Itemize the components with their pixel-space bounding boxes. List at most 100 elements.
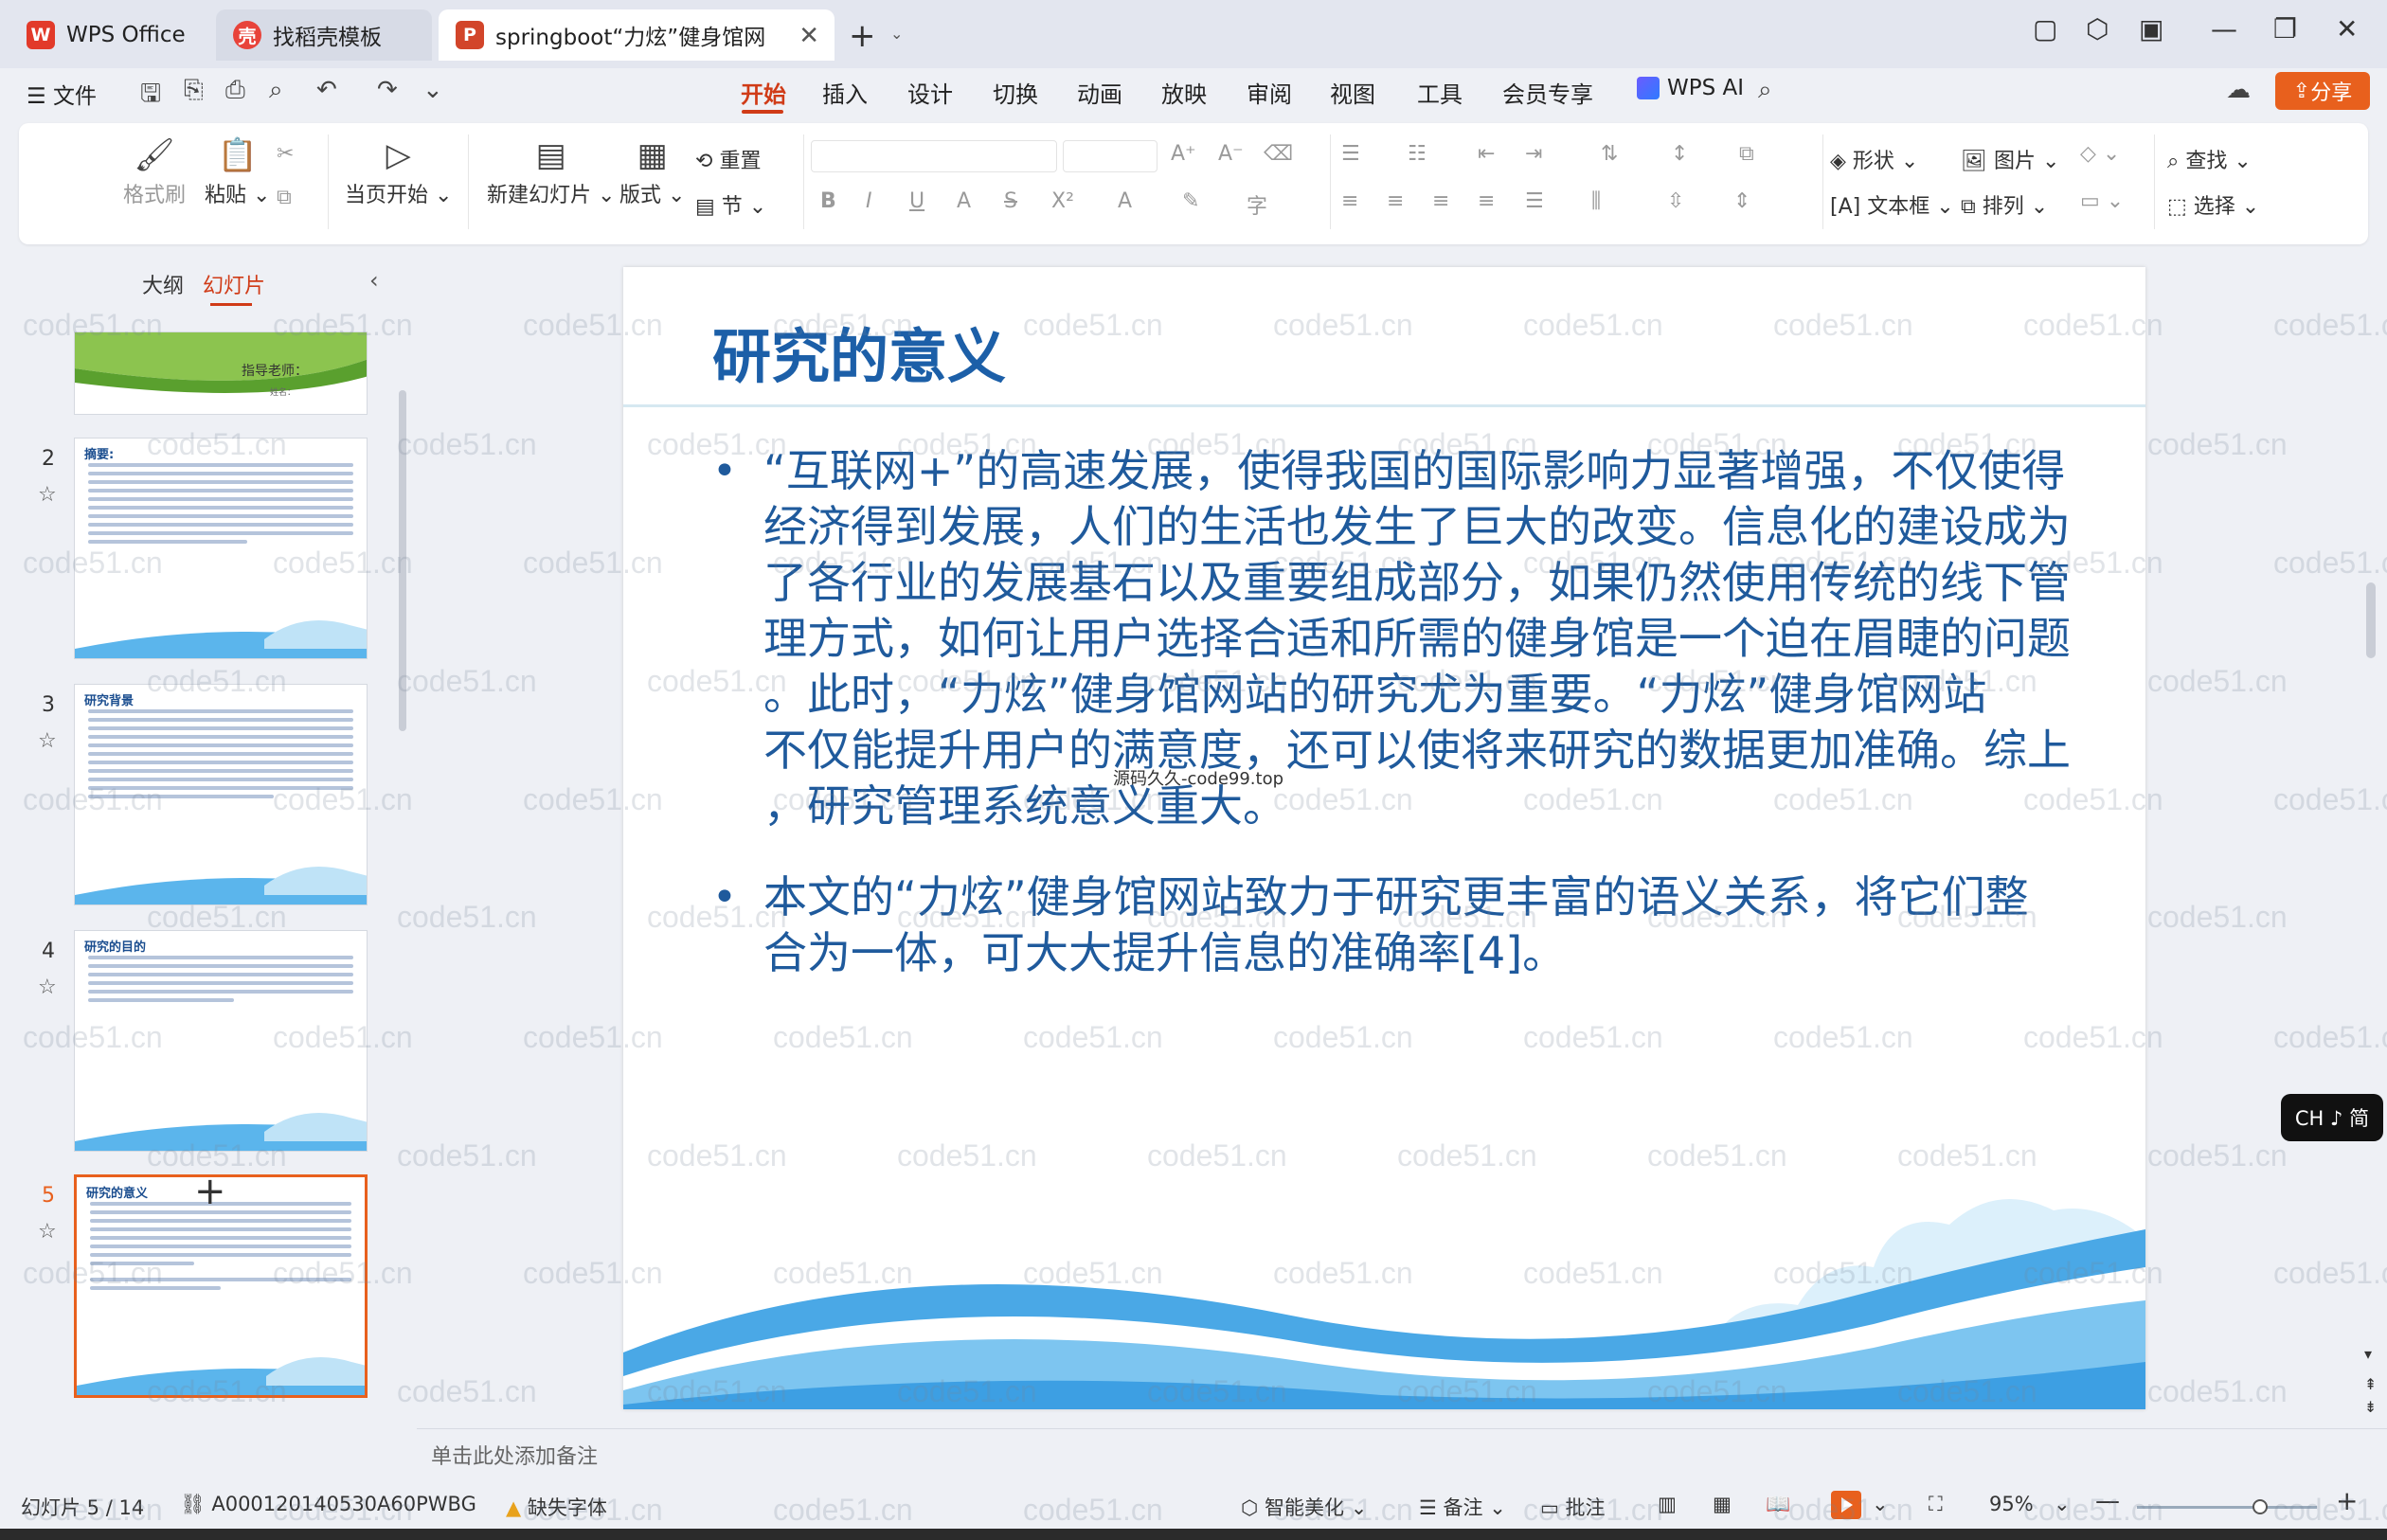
- menu-animation[interactable]: 动画: [1077, 76, 1122, 109]
- chevron-down-icon[interactable]: ⌄: [1872, 1493, 1889, 1515]
- menu-design[interactable]: 设计: [907, 76, 953, 109]
- new-tab-button[interactable]: +: [849, 17, 876, 55]
- layout-button[interactable]: ▦ 版式 ⌄: [619, 136, 685, 208]
- document-id[interactable]: ⛓ A000120140530A60PWBG: [180, 1493, 476, 1516]
- zoom-slider-knob[interactable]: [2252, 1499, 2268, 1514]
- vertical-align-icon[interactable]: ⇳: [1667, 189, 1684, 213]
- maximize-icon[interactable]: ❐: [2273, 13, 2297, 45]
- tab-slides[interactable]: 幻灯片: [203, 269, 265, 299]
- superscript-icon[interactable]: X²: [1051, 189, 1074, 213]
- notes-toggle-button[interactable]: ☰ 备注 ⌄: [1419, 1493, 1506, 1521]
- format-painter-button[interactable]: 🖌 格式刷: [123, 136, 186, 208]
- tab-current-document[interactable]: P springboot“力炫”健身馆网 ✕: [439, 9, 835, 61]
- chevron-down-icon[interactable]: ⌄: [890, 25, 903, 43]
- strikethrough-icon[interactable]: S: [1004, 189, 1017, 213]
- bullet-paragraph-2[interactable]: • 本文的“力炫”健身馆网站致力于研究更丰富的语义关系，将它们整 合为一体，可大…: [712, 869, 2105, 981]
- comments-button[interactable]: ▭ 批注: [1540, 1493, 1606, 1521]
- italic-icon[interactable]: I: [866, 189, 872, 213]
- wps-ai-button[interactable]: WPS AI: [1637, 76, 1744, 100]
- grid-view-icon[interactable]: ▦: [1713, 1493, 1732, 1515]
- menu-tools[interactable]: 工具: [1417, 76, 1463, 109]
- convert-icon[interactable]: ⧉: [1739, 142, 1754, 166]
- menu-home[interactable]: 开始: [741, 76, 786, 109]
- start-current-slide-button[interactable]: ▷ 当页开始 ⌄: [345, 136, 452, 208]
- font-color-icon[interactable]: A: [1118, 189, 1132, 213]
- file-menu[interactable]: ☰ 文件: [27, 78, 97, 110]
- star-icon[interactable]: ☆: [38, 483, 57, 507]
- notes-placeholder[interactable]: 单击此处添加备注: [431, 1440, 598, 1470]
- chevron-down-icon[interactable]: ⌄: [2054, 1493, 2071, 1515]
- reset-button[interactable]: ⟲ 重置: [695, 144, 761, 174]
- slide-thumbnail-2[interactable]: 摘要:: [74, 438, 368, 659]
- column-icon[interactable]: ⫼: [1591, 189, 1601, 213]
- decrease-font-icon[interactable]: A⁻: [1218, 142, 1244, 166]
- increase-font-icon[interactable]: A⁺: [1171, 142, 1196, 166]
- menu-transition[interactable]: 切换: [993, 76, 1038, 109]
- smart-beautify-button[interactable]: ⬡ 智能美化 ⌄: [1241, 1493, 1367, 1521]
- slide-thumbnail-1[interactable]: 指导老师： 姓名：: [74, 331, 368, 415]
- star-icon[interactable]: ☆: [38, 976, 57, 999]
- numbering-icon[interactable]: ☷: [1408, 142, 1427, 166]
- zoom-level[interactable]: 95%: [1989, 1493, 2034, 1515]
- fit-window-icon[interactable]: ⛶: [1929, 1493, 1943, 1516]
- save-icon[interactable]: 🖫: [140, 76, 161, 117]
- reading-view-icon[interactable]: 📖: [1766, 1493, 1790, 1516]
- shape-button[interactable]: ◈ 形状 ⌄: [1830, 144, 1918, 174]
- shadow-icon[interactable]: A: [957, 189, 971, 213]
- find-button[interactable]: ⌕ 查找 ⌄: [2167, 144, 2252, 174]
- slide-canvas[interactable]: 研究的意义 • “互联网+”的高速发展，使得我国的国际影响力显著增强，不仅使得 …: [623, 267, 2145, 1409]
- align-center-icon[interactable]: ≡: [1387, 189, 1404, 213]
- vertical-scrollbar[interactable]: [2366, 582, 2376, 658]
- menu-member[interactable]: 会员专享: [1502, 76, 1593, 109]
- picture-button[interactable]: 🖼 图片 ⌄: [1961, 144, 2059, 174]
- prev-slide-icon[interactable]: ⇞: [2364, 1375, 2377, 1393]
- cloud-icon[interactable]: ☁: [2226, 76, 2251, 104]
- menu-review[interactable]: 审阅: [1247, 76, 1292, 109]
- line-spacing-icon[interactable]: ↕: [1671, 142, 1688, 166]
- justify-icon[interactable]: ≡: [1478, 189, 1495, 213]
- play-slideshow-button[interactable]: [1831, 1491, 1861, 1519]
- export-icon[interactable]: ⎘: [184, 76, 204, 105]
- missing-fonts-button[interactable]: ▲ 缺失字体: [506, 1493, 607, 1521]
- increase-indent-icon[interactable]: ⇥: [1525, 142, 1542, 166]
- clear-format-icon[interactable]: ⌫: [1264, 142, 1293, 166]
- distribute-icon[interactable]: ☰: [1525, 189, 1544, 213]
- bullets-icon[interactable]: ☰: [1341, 142, 1360, 166]
- star-icon[interactable]: ☆: [38, 729, 57, 753]
- highlight-icon[interactable]: ✎: [1182, 189, 1199, 213]
- panel-scrollbar[interactable]: [399, 390, 406, 731]
- next-slide-icon[interactable]: ⇟: [2364, 1398, 2377, 1416]
- star-icon[interactable]: ☆: [38, 1220, 57, 1244]
- arrange-button[interactable]: ⧉ 排列 ⌄: [1961, 189, 2048, 220]
- undo-icon[interactable]: ↶: [316, 76, 337, 104]
- text-direction-icon[interactable]: ⇅: [1601, 142, 1618, 166]
- new-slide-button[interactable]: ▤ 新建幻灯片 ⌄: [487, 136, 615, 208]
- textbox-button[interactable]: [A] 文本框 ⌄: [1830, 189, 1954, 220]
- redo-icon[interactable]: ↷: [377, 76, 398, 104]
- chevron-down-icon[interactable]: ⌄: [422, 76, 443, 104]
- zoom-slider-track[interactable]: [2137, 1506, 2317, 1509]
- menu-view[interactable]: 视图: [1330, 76, 1375, 109]
- menu-insert[interactable]: 插入: [822, 76, 868, 109]
- font-size-select[interactable]: [1063, 140, 1158, 172]
- bold-icon[interactable]: B: [820, 189, 836, 213]
- normal-view-icon[interactable]: ▥: [1658, 1493, 1677, 1515]
- print-preview-icon[interactable]: ⌕: [269, 76, 283, 105]
- tab-outline[interactable]: 大纲: [142, 269, 184, 299]
- collapse-panel-icon[interactable]: ‹: [369, 267, 379, 294]
- phonetic-icon[interactable]: 字: [1247, 189, 1267, 220]
- font-family-select[interactable]: [811, 140, 1057, 172]
- menu-slideshow[interactable]: 放映: [1161, 76, 1207, 109]
- zoom-out-icon[interactable]: —: [2095, 1487, 2120, 1515]
- decrease-indent-icon[interactable]: ⇤: [1478, 142, 1495, 166]
- add-slide-button[interactable]: +: [194, 1170, 226, 1213]
- section-button[interactable]: ▤ 节 ⌄: [695, 189, 766, 220]
- avatar[interactable]: ▣: [2139, 13, 2163, 45]
- minimize-icon[interactable]: —: [2211, 13, 2237, 45]
- tab-daoke-templates[interactable]: 壳 找稻壳模板: [216, 9, 432, 61]
- paragraph-spacing-icon[interactable]: ⇕: [1733, 189, 1750, 213]
- slide-title[interactable]: 研究的意义: [712, 309, 1006, 394]
- align-left-icon[interactable]: ≡: [1341, 189, 1358, 213]
- underline-icon[interactable]: U: [909, 189, 924, 213]
- slide-thumbnail-4[interactable]: 研究的目的: [74, 930, 368, 1152]
